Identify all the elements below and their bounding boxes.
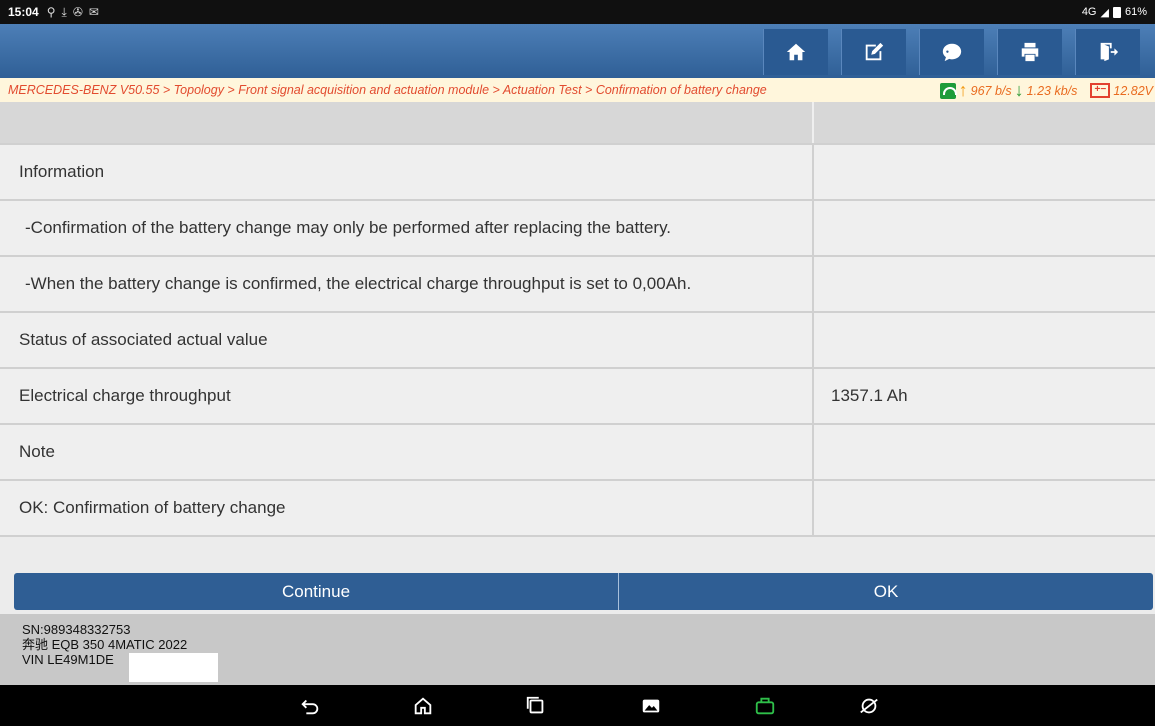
upload-arrow-icon: ↑ <box>958 80 968 100</box>
wifi-icon <box>939 82 957 99</box>
row-value <box>814 257 1155 311</box>
row-value <box>814 145 1155 199</box>
serial-number: SN:989348332753 <box>22 622 131 637</box>
vci-button[interactable] <box>753 694 777 718</box>
signal-icon: ◢ <box>1100 6 1109 19</box>
home-nav-button[interactable] <box>411 694 435 718</box>
chat-icon <box>942 43 962 62</box>
row-value <box>814 425 1155 479</box>
table-row: Status of associated actual value <box>0 313 1155 369</box>
android-status-bar: 15:04 ⚲ ⤓ ✇ ✉ 4G ◢ 61% <box>0 0 1155 24</box>
download-icon: ⤓ <box>61 4 67 19</box>
chat-button[interactable] <box>919 29 984 75</box>
row-label: Note <box>0 425 814 479</box>
table-header-row <box>0 102 1155 145</box>
row-label: Information <box>0 145 814 199</box>
android-nav-bar <box>0 685 1155 726</box>
download-arrow-icon: ↓ <box>1014 80 1024 100</box>
battery-percent: 61% <box>1124 6 1147 18</box>
row-label: OK: Confirmation of battery change <box>0 481 814 535</box>
gallery-button[interactable] <box>639 694 663 718</box>
upload-speed: 967 b/s <box>970 83 1012 98</box>
header-cell-value <box>814 102 1155 143</box>
app-root: 15:04 ⚲ ⤓ ✇ ✉ 4G ◢ 61% MERCEDES-BENZ V50 <box>0 0 1155 726</box>
table-row: Note <box>0 425 1155 481</box>
continue-button[interactable]: Continue <box>14 573 619 610</box>
exit-icon <box>1100 42 1119 62</box>
breadcrumb: MERCEDES-BENZ V50.55 > Topology > Front … <box>8 83 767 97</box>
vehicle-model: 奔驰 EQB 350 4MATIC 2022 <box>22 637 188 652</box>
print-button[interactable] <box>997 29 1062 75</box>
exit-button[interactable] <box>1075 29 1140 75</box>
browser-button[interactable] <box>857 694 881 718</box>
vehicle-battery-icon: +− <box>1090 83 1111 98</box>
browser-icon <box>860 698 878 714</box>
network-indicator: 4G <box>1081 6 1097 18</box>
status-time: 15:04 <box>8 5 39 19</box>
edit-report-button[interactable] <box>841 29 906 75</box>
table-row: -When the battery change is confirmed, t… <box>0 257 1155 313</box>
home-icon <box>786 43 806 61</box>
back-button[interactable] <box>298 694 322 718</box>
table-row: OK: Confirmation of battery change <box>0 481 1155 537</box>
row-label: Status of associated actual value <box>0 313 814 367</box>
table-row: Information <box>0 145 1155 201</box>
recents-button[interactable] <box>524 694 548 718</box>
row-label: -When the battery change is confirmed, t… <box>0 257 814 311</box>
row-value <box>814 201 1155 255</box>
table-row: -Confirmation of the battery change may … <box>0 201 1155 257</box>
ok-button[interactable]: OK <box>619 573 1153 610</box>
message-icon: ✉ <box>88 5 99 19</box>
battery-icon <box>1112 6 1121 18</box>
edit-report-icon <box>865 42 884 61</box>
header-cell-label <box>0 102 814 143</box>
row-value: 1357.1 Ah <box>831 386 908 405</box>
row-value <box>814 313 1155 367</box>
battery-voltage: 12.82V <box>1113 83 1153 98</box>
vci-icon <box>755 697 775 715</box>
breadcrumb-bar: MERCEDES-BENZ V50.55 > Topology > Front … <box>0 78 1155 102</box>
row-label: Electrical charge throughput <box>0 369 814 423</box>
gallery-icon <box>642 699 660 713</box>
print-icon <box>1021 42 1039 62</box>
status-right: 4G ◢ 61% <box>1082 6 1147 19</box>
download-speed: 1.23 kb/s <box>1026 83 1078 98</box>
home-nav-icon <box>414 697 432 715</box>
connection-stats: ↑ 967 b/s ↓ 1.23 kb/s +− 12.82V <box>939 80 1153 101</box>
table-row: Electrical charge throughput 1357.1 Ah <box>0 369 1155 425</box>
home-button[interactable] <box>763 29 828 75</box>
row-label: -Confirmation of the battery change may … <box>0 201 814 255</box>
recents-icon <box>526 696 544 714</box>
accessibility-icon: ✇ <box>72 5 83 19</box>
action-bar: Continue OK <box>14 573 1153 610</box>
actuation-table: Information -Confirmation of the battery… <box>0 102 1155 537</box>
row-value <box>814 481 1155 535</box>
back-icon <box>301 699 319 715</box>
usb-icon: ⚲ <box>46 5 56 19</box>
top-toolbar <box>0 24 1155 78</box>
vin-redaction <box>129 653 218 682</box>
